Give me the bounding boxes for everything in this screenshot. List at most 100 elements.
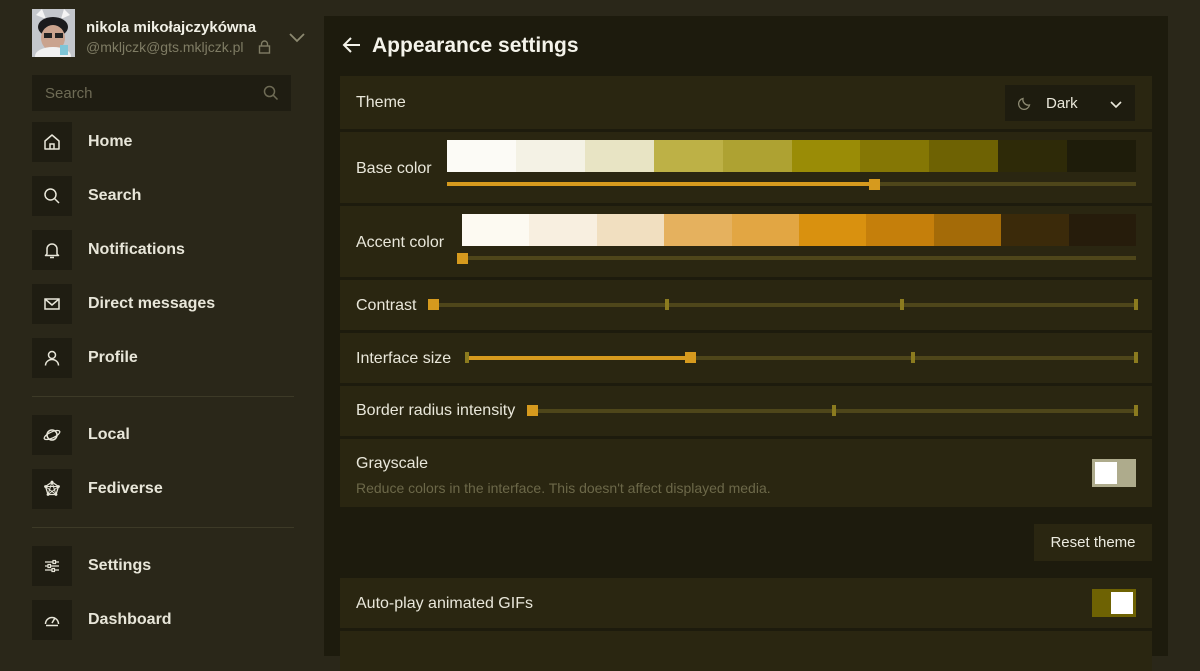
base-color-swatches[interactable] xyxy=(447,140,1137,172)
toggle-knob xyxy=(1111,592,1133,614)
slider-tick xyxy=(911,352,915,363)
autoplay-gifs-toggle[interactable] xyxy=(1092,589,1136,617)
sliders-icon xyxy=(32,546,72,586)
contrast-slider-thumb[interactable] xyxy=(428,299,439,310)
nav-item-local[interactable]: Local xyxy=(32,415,292,455)
reset-theme-button[interactable]: Reset theme xyxy=(1034,524,1152,561)
interface-size-row: Interface size xyxy=(340,333,1152,383)
accent-color-label: Accent color xyxy=(356,234,445,251)
slider-tick xyxy=(1134,299,1138,310)
color-swatch[interactable] xyxy=(664,214,732,246)
search-bar xyxy=(32,75,291,111)
color-swatch[interactable] xyxy=(731,214,800,246)
base-color-slider-thumb[interactable] xyxy=(869,179,881,190)
color-swatch[interactable] xyxy=(515,140,585,172)
nav-item-direct-messages[interactable]: Direct messages xyxy=(32,284,292,324)
grayscale-description: Reduce colors in the interface. This doe… xyxy=(356,480,771,496)
page-title: Appearance settings xyxy=(372,34,579,57)
grayscale-row: Grayscale Reduce colors in the interface… xyxy=(340,439,1152,507)
slider-tick xyxy=(465,352,469,363)
grayscale-toggle[interactable] xyxy=(1092,459,1136,487)
color-swatch[interactable] xyxy=(799,214,867,246)
color-swatch[interactable] xyxy=(462,214,530,246)
nav-item-fediverse[interactable]: Fediverse xyxy=(32,469,292,509)
color-swatch[interactable] xyxy=(1068,214,1137,246)
color-swatch[interactable] xyxy=(653,140,723,172)
account-switcher[interactable]: nikola mikołajczykówna @mkljczk@gts.mklj… xyxy=(32,9,322,59)
fediverse-icon xyxy=(32,469,72,509)
border-radius-slider-thumb[interactable] xyxy=(527,405,538,416)
color-swatch[interactable] xyxy=(791,140,861,172)
divider xyxy=(32,396,294,397)
search-icon[interactable] xyxy=(263,85,279,106)
color-swatch[interactable] xyxy=(1001,214,1069,246)
chevron-down-icon[interactable] xyxy=(288,31,306,49)
nav-item-home[interactable]: Home xyxy=(32,122,292,162)
base-color-label: Base color xyxy=(356,160,432,177)
nav-item-notifications[interactable]: Notifications xyxy=(32,230,292,270)
nav-item-settings[interactable]: Settings xyxy=(32,546,292,586)
chevron-down-icon xyxy=(1110,97,1122,115)
accent-color-slider-track[interactable] xyxy=(462,256,1136,260)
settings-panel: Appearance settings Theme Dark Base colo… xyxy=(324,16,1168,671)
theme-label: Theme xyxy=(356,94,406,111)
user-icon xyxy=(32,338,72,378)
sidebar: nikola mikołajczykówna @mkljczk@gts.mklj… xyxy=(0,0,324,640)
nav-item-label: Fediverse xyxy=(88,480,163,497)
interface-size-label: Interface size xyxy=(356,350,452,367)
color-swatch[interactable] xyxy=(596,214,665,246)
avatar xyxy=(32,9,75,57)
color-swatch[interactable] xyxy=(1067,140,1137,172)
moon-icon xyxy=(1017,96,1032,115)
arrow-left-icon[interactable] xyxy=(342,36,362,59)
accent-color-row: Accent color xyxy=(340,206,1152,277)
color-swatch[interactable] xyxy=(722,140,792,172)
autoplay-gifs-row: Auto-play animated GIFs xyxy=(340,578,1152,628)
color-swatch[interactable] xyxy=(860,140,930,172)
accent-color-slider-thumb[interactable] xyxy=(457,253,468,264)
theme-select-value: Dark xyxy=(1046,95,1078,112)
mail-icon xyxy=(32,284,72,324)
slider-tick xyxy=(1134,405,1138,416)
contrast-slider-track[interactable] xyxy=(433,303,1136,307)
color-swatch[interactable] xyxy=(447,140,516,172)
contrast-label: Contrast xyxy=(356,297,417,314)
slider-tick xyxy=(832,405,836,416)
nav-item-label: Profile xyxy=(88,349,138,366)
color-swatch[interactable] xyxy=(998,140,1068,172)
base-color-row: Base color xyxy=(340,132,1152,203)
border-radius-row: Border radius intensity xyxy=(340,386,1152,436)
account-display-name: nikola mikołajczykówna xyxy=(86,19,257,36)
nav-item-label: Notifications xyxy=(88,241,185,258)
nav-item-label: Dashboard xyxy=(88,611,172,628)
base-color-slider-fill xyxy=(447,182,875,186)
interface-size-slider-thumb[interactable] xyxy=(685,352,696,363)
theme-select[interactable]: Dark xyxy=(1005,85,1135,121)
slider-tick xyxy=(665,299,670,310)
border-radius-label: Border radius intensity xyxy=(356,402,516,419)
theme-row: Theme Dark xyxy=(340,76,1152,129)
contrast-row: Contrast xyxy=(340,280,1152,330)
color-swatch[interactable] xyxy=(529,214,597,246)
color-swatch[interactable] xyxy=(866,214,934,246)
nav-item-profile[interactable]: Profile xyxy=(32,338,292,378)
search-icon xyxy=(32,176,72,216)
bell-icon xyxy=(32,230,72,270)
slider-tick xyxy=(1134,352,1138,363)
nav-item-label: Local xyxy=(88,426,130,443)
nav-item-dashboard[interactable]: Dashboard xyxy=(32,600,292,640)
gauge-icon xyxy=(32,600,72,640)
account-handle: @mkljczk@gts.mkljczk.pl xyxy=(86,39,244,55)
slider-tick xyxy=(899,299,904,310)
nav-item-label: Settings xyxy=(88,557,152,574)
accent-color-swatches[interactable] xyxy=(462,214,1137,246)
nav-item-search[interactable]: Search xyxy=(32,176,292,216)
home-icon xyxy=(32,122,72,162)
color-swatch[interactable] xyxy=(933,214,1002,246)
interface-size-slider-fill xyxy=(467,356,690,360)
color-swatch[interactable] xyxy=(929,140,999,172)
color-swatch[interactable] xyxy=(584,140,654,172)
search-input[interactable] xyxy=(32,75,257,111)
planet-icon xyxy=(32,415,72,455)
nav-item-label: Home xyxy=(88,133,133,150)
